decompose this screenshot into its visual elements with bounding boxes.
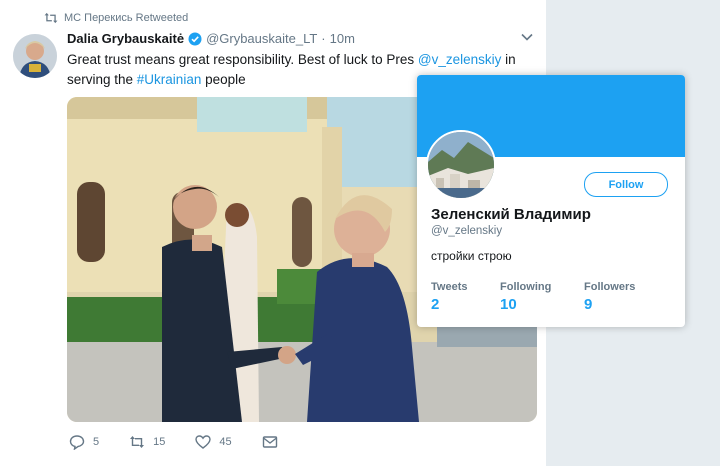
stat-value: 10 [500, 296, 517, 313]
reply-icon [69, 435, 85, 450]
retweet-context-text: МС Перекись Retweeted [64, 12, 189, 24]
profile-avatar[interactable] [426, 130, 496, 200]
tweet-header: Dalia Grybauskaitė @Grybauskaite_LT · 10… [67, 31, 355, 46]
stat-followers[interactable]: Followers 9 [584, 281, 635, 313]
author-name[interactable]: Dalia Grybauskaitė [67, 31, 184, 46]
profile-bio: стройки строю [431, 249, 512, 263]
separator-dot: · [321, 31, 326, 46]
like-button[interactable]: 45 [195, 434, 232, 450]
tweet-time[interactable]: 10m [330, 31, 355, 46]
envelope-icon [262, 436, 277, 448]
heart-icon [195, 435, 212, 449]
chevron-down-icon[interactable] [520, 30, 534, 44]
hashtag-link[interactable]: #Ukrainian [137, 72, 202, 87]
like-count: 45 [219, 436, 232, 448]
reply-button[interactable]: 5 [69, 434, 99, 450]
stat-tweets[interactable]: Tweets 2 [431, 281, 467, 313]
stat-value: 2 [431, 296, 440, 313]
stat-following[interactable]: Following 10 [500, 281, 551, 313]
retweet-icon [130, 436, 145, 448]
stat-label: Following [500, 281, 552, 293]
stat-label: Followers [584, 281, 636, 293]
stat-label: Tweets [431, 281, 468, 293]
stat-value: 9 [584, 296, 593, 313]
retweet-context: МС Перекись Retweeted [44, 12, 188, 24]
author-handle[interactable]: @Grybauskaite_LT [206, 31, 317, 46]
mention-link[interactable]: @v_zelenskiy [418, 52, 502, 67]
retweet-icon [44, 12, 58, 24]
direct-message-button[interactable] [262, 434, 278, 450]
tweet-text-part: Great trust means great responsibility. … [67, 52, 418, 67]
profile-name[interactable]: Зеленский Владимир [431, 206, 591, 223]
author-avatar[interactable] [13, 34, 57, 78]
retweet-count: 15 [153, 436, 166, 448]
profile-hover-card: Follow Зеленский Владимир @v_zelenskiy с… [417, 75, 685, 327]
follow-button[interactable]: Follow [584, 172, 668, 197]
profile-handle[interactable]: @v_zelenskiy [431, 225, 502, 237]
tweet-actions: 5 15 45 [69, 434, 308, 450]
tweet-text-part: people [201, 72, 246, 87]
reply-count: 5 [93, 436, 100, 448]
verified-badge-icon [188, 32, 202, 45]
retweet-button[interactable]: 15 [129, 434, 165, 450]
